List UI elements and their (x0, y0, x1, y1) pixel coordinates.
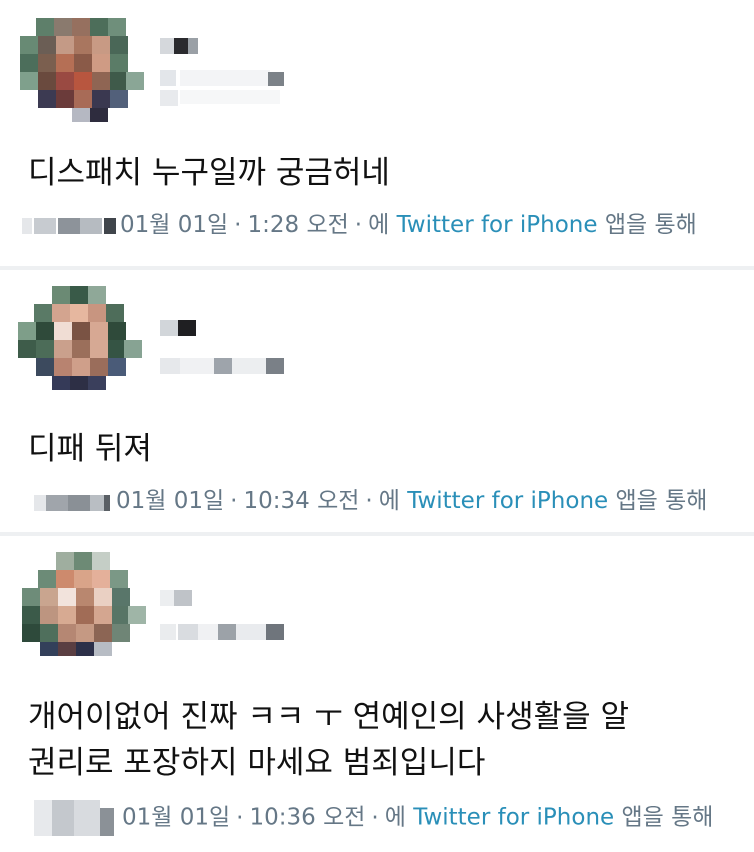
username-blurred[interactable] (160, 588, 200, 610)
tweet-date: 01월 01일 (116, 488, 225, 514)
handle-blurred[interactable] (160, 356, 290, 378)
tweet-date: 01월 01일 (122, 804, 231, 831)
app-link[interactable]: Twitter for iPhone (397, 212, 598, 238)
username-blurred[interactable] (160, 36, 200, 58)
separator: · (230, 488, 238, 514)
avatar[interactable] (18, 286, 142, 396)
handle-blurred-inline (34, 800, 120, 836)
handle-blurred-inline (34, 491, 114, 513)
separator: · (371, 804, 379, 831)
separator: · (234, 212, 242, 238)
tweet-time: 1:28 오전 (247, 212, 349, 238)
tweet-time: 10:36 오전 (249, 804, 366, 831)
username-blurred[interactable] (160, 318, 200, 340)
tweet-text: 개어이없어 진짜 ㅋㅋ ㅜ 연예인의 사생활을 알 권리로 포장하지 마세요 범… (28, 699, 630, 781)
tweet-date: 01월 01일 (120, 212, 229, 238)
separator: · (236, 804, 244, 831)
via-suffix: 앱을 통해 (621, 804, 714, 831)
tweet-1[interactable]: 디스패치 누구일까 궁금허네 01월 01일 · 1:28 오전 · 에 Twitter… (0, 0, 754, 266)
avatar[interactable] (20, 18, 144, 128)
handle-blurred[interactable] (160, 622, 290, 644)
tweet-text: 디패 뒤져 (28, 431, 152, 467)
via-prefix: 에 (384, 804, 406, 831)
separator: · (354, 212, 363, 238)
app-link[interactable]: Twitter for iPhone (413, 805, 614, 831)
handle-blurred-inline (22, 215, 118, 237)
tweet-3[interactable]: 개어이없어 진짜 ㅋㅋ ㅜ 연예인의 사생활을 알 권리로 포장하지 마세요 범… (0, 536, 754, 852)
via-prefix: 에 (378, 488, 400, 514)
app-link[interactable]: Twitter for iPhone (407, 488, 608, 514)
avatar[interactable] (22, 552, 146, 662)
tweet-time: 10:34 오전 (243, 488, 360, 514)
tweet-2[interactable]: 디패 뒤져 01월 01일 · 10:34 오전 · 에 Twitter for iPh… (0, 270, 754, 532)
handle-blurred[interactable] (160, 70, 290, 106)
tweet-text: 디스패치 누구일까 궁금허네 (28, 155, 390, 191)
tweet-meta: 01월 01일 · 10:34 오전 · 에 Twitter for iPhone 앱을… (34, 486, 707, 516)
via-suffix: 앱을 통해 (604, 212, 697, 238)
separator: · (365, 488, 373, 514)
via-suffix: 앱을 통해 (615, 488, 708, 514)
tweet-meta: 01월 01일 · 10:36 오전 · 에 Twitter for iPhone 앱을… (34, 800, 714, 836)
via-prefix: 에 (368, 212, 390, 238)
tweet-meta: 01월 01일 · 1:28 오전 · 에 Twitter for iPhone 앱을 … (22, 210, 697, 240)
